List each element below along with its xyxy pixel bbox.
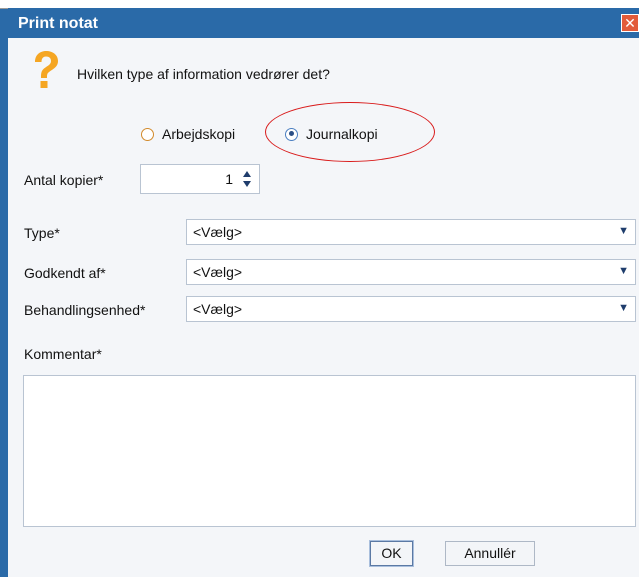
copies-stepper[interactable]: 1: [140, 164, 260, 194]
copies-value: 1: [225, 171, 233, 187]
approved-by-select[interactable]: <Vælg> ▼: [186, 259, 636, 285]
treatment-unit-select[interactable]: <Vælg> ▼: [186, 296, 636, 322]
radio-label-arbejdskopi: Arbejdskopi: [162, 126, 236, 142]
dialog-title: Print notat: [18, 15, 98, 32]
treatment-unit-select-value: <Vælg>: [193, 301, 243, 317]
print-dialog: Print notat ✕ Hvilken type af informatio…: [0, 0, 639, 577]
cancel-button[interactable]: Annullér: [445, 541, 535, 566]
highlight-ellipse: [265, 102, 435, 162]
comment-textarea[interactable]: [23, 375, 636, 527]
comment-label: Kommentar*: [24, 346, 102, 362]
ok-button[interactable]: OK: [369, 540, 414, 567]
type-select[interactable]: <Vælg> ▼: [186, 219, 636, 245]
question-text: Hvilken type af information vedrører det…: [77, 66, 330, 82]
approved-by-select-value: <Vælg>: [193, 264, 243, 280]
copies-label: Antal kopier*: [24, 172, 104, 188]
question-mark-icon: [35, 51, 58, 88]
dropdown-arrow-icon[interactable]: ▼: [618, 225, 629, 237]
spinner-arrows-icon[interactable]: [242, 170, 252, 188]
treatment-unit-label: Behandlingsenhed*: [24, 302, 146, 318]
dropdown-arrow-icon[interactable]: ▼: [618, 265, 629, 277]
type-select-value: <Vælg>: [193, 224, 243, 240]
dropdown-arrow-icon[interactable]: ▼: [618, 302, 629, 314]
radio-arbejdskopi[interactable]: Arbejdskopi: [141, 126, 235, 142]
radio-button-unselected[interactable]: [141, 127, 154, 141]
close-icon[interactable]: ✕: [621, 14, 639, 32]
type-label: Type*: [24, 225, 60, 241]
approved-by-label: Godkendt af*: [24, 265, 106, 281]
dialog-content: Hvilken type af information vedrører det…: [8, 38, 639, 577]
dialog-titlebar[interactable]: Print notat ✕: [8, 8, 639, 38]
